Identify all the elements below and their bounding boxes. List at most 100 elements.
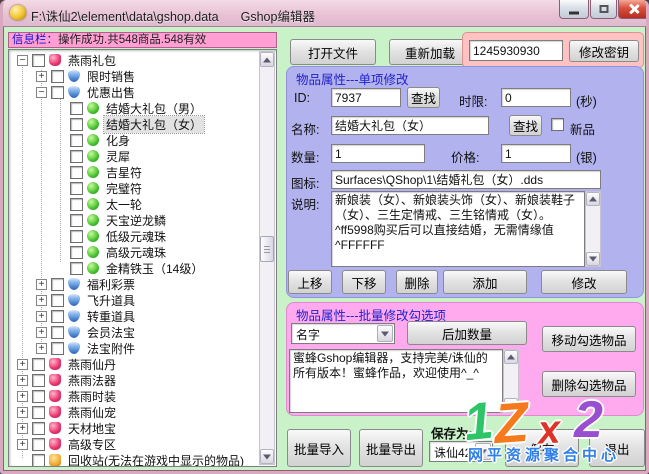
tree-item[interactable]: 灵犀 [9,148,259,164]
expand-icon[interactable]: + [36,295,47,306]
tree-item[interactable]: +法宝附件 [9,340,259,356]
expand-icon[interactable]: + [17,423,28,434]
expand-icon[interactable]: + [17,359,28,370]
modify-button[interactable]: 修改 [541,270,627,294]
tree-checkbox[interactable] [70,150,83,163]
expand-icon[interactable]: + [17,391,28,402]
tree-checkbox[interactable] [70,134,83,147]
title-bar[interactable]: F:\诛仙2\element\data\gshop.dataGshop编辑器 [3,0,646,27]
tree-item[interactable]: 金精铁玉（14级） [9,260,259,276]
minimize-button[interactable] [559,0,589,19]
tree-item[interactable]: −优惠出售 [9,84,259,100]
batch-export-button[interactable]: 批量导出 [359,429,423,467]
add-button[interactable]: 添加 [443,270,527,294]
combo-arrow-button[interactable] [475,443,491,460]
move-down-button[interactable]: 下移 [342,270,386,294]
scroll-up-button[interactable] [260,52,274,67]
time-limit-input[interactable] [501,88,571,107]
tree-item[interactable]: +燕雨仙丹 [9,356,259,372]
tree-checkbox[interactable] [70,182,83,195]
tree-checkbox[interactable] [32,454,45,467]
collapse-icon[interactable]: − [17,55,28,66]
tree-item[interactable]: −燕雨礼包 [9,52,259,68]
tree-item[interactable]: +飞升道具 [9,292,259,308]
close-button[interactable] [618,0,649,19]
tree-checkbox[interactable] [70,102,83,115]
move-checked-button[interactable]: 移动勾选物品 [542,326,636,352]
tree-item[interactable]: +燕雨时装 [9,388,259,404]
name-input[interactable] [331,116,489,135]
append-quantity-button[interactable]: 后加数量 [407,321,527,345]
expand-icon[interactable]: + [36,343,47,354]
save-button[interactable]: 保存 [505,429,579,467]
expand-icon[interactable]: + [36,327,47,338]
tree-checkbox[interactable] [51,326,64,339]
expand-icon[interactable]: + [17,375,28,386]
collapse-icon[interactable]: − [36,87,47,98]
tree-checkbox[interactable] [70,262,83,275]
price-input[interactable] [501,144,571,163]
tree-item[interactable]: +福利彩票 [9,276,259,292]
tree-checkbox[interactable] [51,70,64,83]
tree-checkbox[interactable] [70,166,83,179]
new-item-checkbox[interactable] [551,118,564,131]
find-id-button[interactable]: 查找 [407,87,440,108]
icon-path-input[interactable] [331,170,601,189]
tree-checkbox[interactable] [32,390,45,403]
item-tree[interactable]: −燕雨礼包+限时销售−优惠出售结婚大礼包（男）结婚大礼包（女）化身灵犀吉星符完璧… [8,49,277,467]
tree-checkbox[interactable] [32,54,45,67]
tree-checkbox[interactable] [51,278,64,291]
scroll-up-button[interactable] [504,350,518,364]
field-select[interactable]: 名字 [291,323,395,344]
tree-item[interactable]: 回收站(无法在游戏中显示的物品) [9,452,259,467]
tree-checkbox[interactable] [32,422,45,435]
tree-item[interactable]: +会员法宝 [9,324,259,340]
tree-checkbox[interactable] [32,406,45,419]
save-as-select[interactable]: 诛仙42 [429,441,493,462]
expand-icon[interactable]: + [36,311,47,322]
tree-item[interactable]: +天材地宝 [9,420,259,436]
tree-checkbox[interactable] [32,358,45,371]
delete-button[interactable]: 删除 [396,270,438,294]
tree-item[interactable]: 完璧符 [9,180,259,196]
expand-icon[interactable]: + [36,71,47,82]
exit-button[interactable]: 退出 [589,429,645,467]
expand-icon[interactable]: + [17,407,28,418]
tree-item[interactable]: 高级元魂珠 [9,244,259,260]
maximize-button[interactable] [590,0,617,19]
tree-item[interactable]: 低级元魂珠 [9,228,259,244]
tree-item[interactable]: 结婚大礼包（女） [9,116,259,132]
tree-scrollbar[interactable] [259,51,275,465]
tree-checkbox[interactable] [51,294,64,307]
tree-checkbox[interactable] [70,230,83,243]
tree-checkbox[interactable] [32,438,45,451]
scroll-up-button[interactable] [586,192,600,206]
tree-checkbox[interactable] [51,342,64,355]
tree-item[interactable]: 化身 [9,132,259,148]
scroll-down-button[interactable] [504,398,518,412]
description-textarea[interactable]: 新娘装（女）、新娘装头饰（女）、新娘装鞋子（女）、三生定情戒、三生铭情戒（女）。… [331,191,585,267]
delete-checked-button[interactable]: 删除勾选物品 [542,371,636,397]
tree-checkbox[interactable] [70,246,83,259]
tree-checkbox[interactable] [70,198,83,211]
id-input[interactable] [331,88,401,107]
tree-checkbox[interactable] [70,118,83,131]
tree-item[interactable]: +高级专区 [9,436,259,452]
scroll-down-button[interactable] [586,252,600,266]
tree-item[interactable]: 吉星符 [9,164,259,180]
move-up-button[interactable]: 上移 [288,270,332,294]
tree-checkbox[interactable] [32,374,45,387]
tree-item[interactable]: 结婚大礼包（男） [9,100,259,116]
tree-checkbox[interactable] [51,310,64,323]
scroll-thumb[interactable] [260,236,274,262]
expand-icon[interactable]: + [17,439,28,450]
quantity-input[interactable] [331,144,425,163]
about-scrollbar[interactable] [503,349,519,413]
tree-item[interactable]: 太一轮 [9,196,259,212]
find-name-button[interactable]: 查找 [509,115,542,136]
tree-item[interactable]: +燕雨法器 [9,372,259,388]
combo-arrow-button[interactable] [377,325,393,342]
scroll-down-button[interactable] [260,449,274,464]
about-textarea[interactable]: 蜜蜂Gshop编辑器，支持完美/诛仙的所有版本！蜜蜂作品，欢迎使用^_^ [289,349,503,413]
description-scrollbar[interactable] [585,191,601,267]
